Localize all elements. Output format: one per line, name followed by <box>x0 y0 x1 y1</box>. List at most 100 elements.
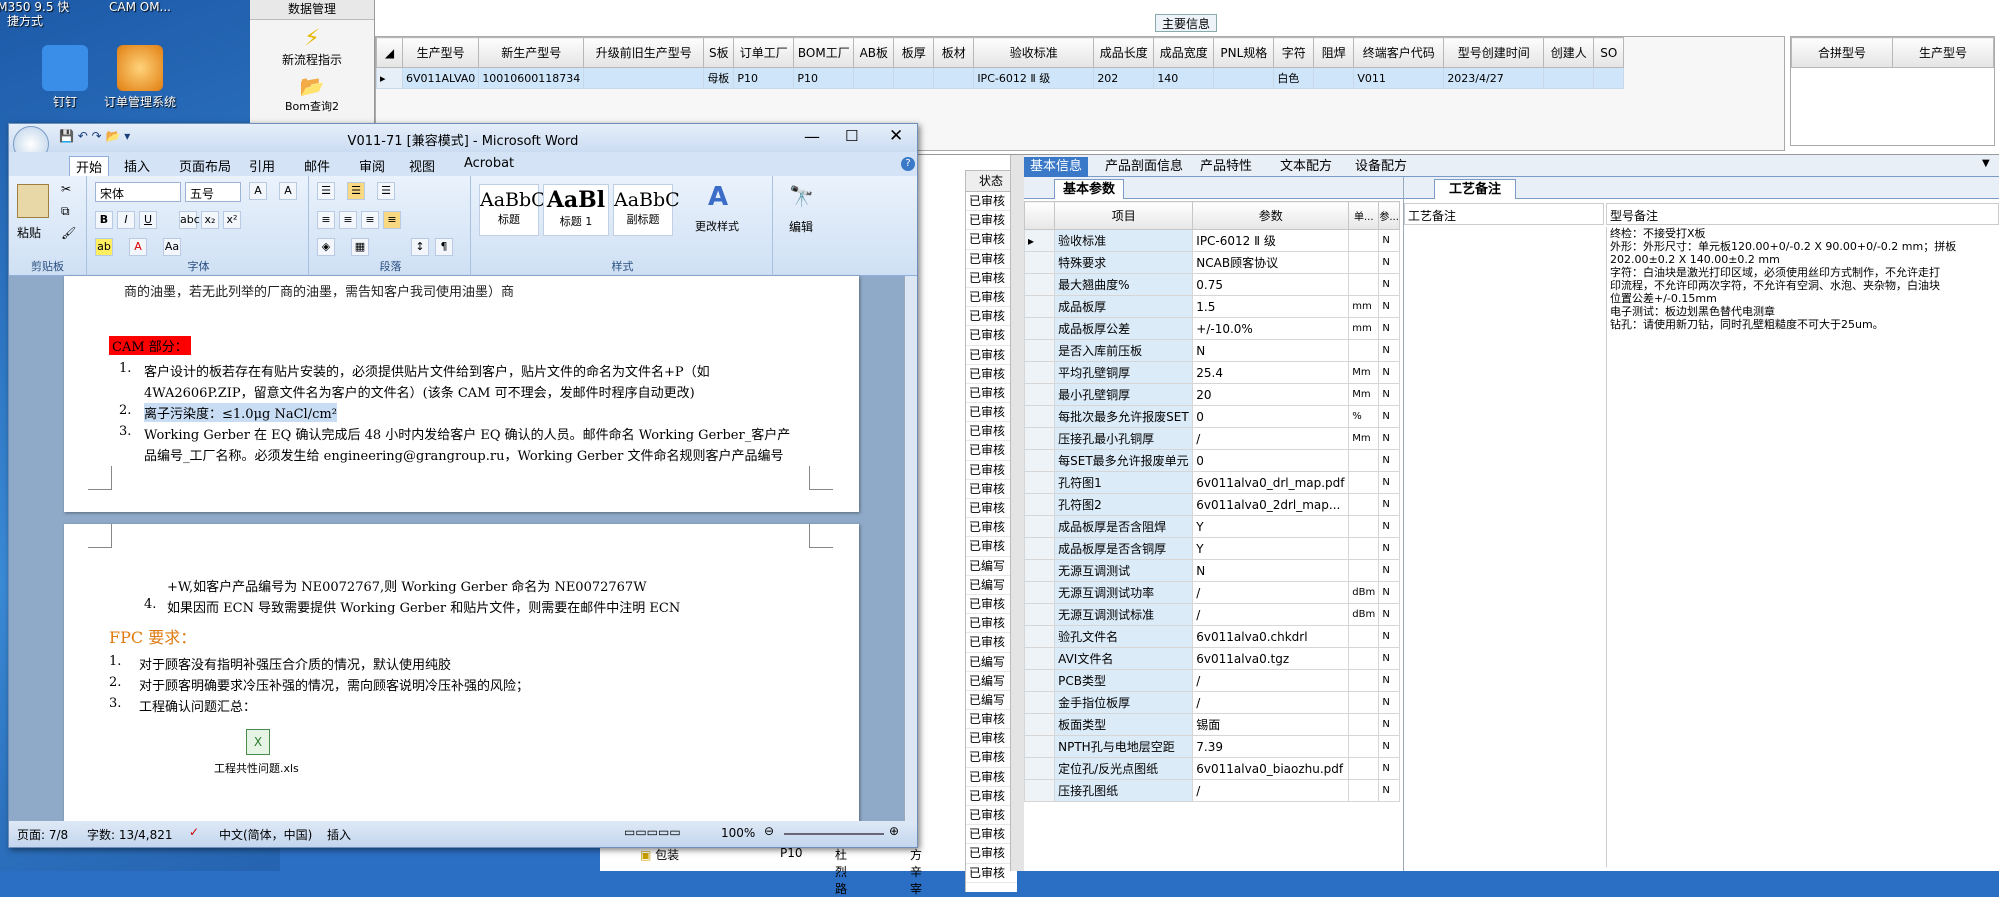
param-value[interactable]: 20 <box>1192 383 1350 406</box>
col-header[interactable]: 终端客户代码 <box>1353 37 1445 68</box>
param-row[interactable]: 压接孔图纸 / N <box>1023 779 1400 802</box>
language[interactable]: 中文(简体，中国) <box>219 826 312 843</box>
grid-cell[interactable] <box>853 67 895 89</box>
underline-button[interactable]: U <box>139 211 157 229</box>
maximize-button[interactable]: ☐ <box>845 127 858 145</box>
param-row[interactable]: 最大翘曲度% 0.75 N <box>1023 273 1400 296</box>
ribbon-tab[interactable]: 插入 <box>124 156 150 175</box>
param-row[interactable]: ▸ 验收标准 IPC-6012 Ⅱ 级 N <box>1023 229 1400 252</box>
grid-cell[interactable]: P10 <box>733 67 795 89</box>
page-count[interactable]: 页面: 7/8 <box>17 826 68 843</box>
grid-cell[interactable] <box>1213 67 1275 89</box>
desktop-icon-order[interactable]: 订单管理系统 <box>95 45 185 109</box>
param-value[interactable]: +/-10.0% <box>1192 317 1350 340</box>
col-header[interactable]: 字符 <box>1273 37 1315 68</box>
param-row[interactable]: 最小孔壁铜厚 20 Μm N <box>1023 383 1400 406</box>
ribbon-tab[interactable]: 视图 <box>409 156 435 175</box>
grid-cell[interactable] <box>583 67 705 89</box>
edit-button[interactable]: 编辑 <box>789 218 813 235</box>
col-header[interactable]: S板 <box>703 37 735 68</box>
minimize-button[interactable]: — <box>804 127 820 146</box>
tab-basic-params[interactable]: 基本参数 <box>1054 179 1125 199</box>
right-tab[interactable]: 产品特性 <box>1194 157 1258 177</box>
param-row[interactable]: 成品板厚公差 +/-10.0% mm N <box>1023 317 1400 340</box>
param-value[interactable]: / <box>1192 779 1350 802</box>
justify-icon[interactable]: ≡ <box>383 211 401 229</box>
param-value[interactable]: / <box>1192 691 1350 714</box>
align-center-icon[interactable]: ≡ <box>339 211 357 229</box>
param-value[interactable]: 6v011alva0_biaozhu.pdf <box>1192 757 1350 780</box>
col-header[interactable]: 验收标准 <box>973 37 1095 68</box>
param-row[interactable]: 金手指位板厚 / N <box>1023 691 1400 714</box>
grid-cell[interactable] <box>1543 67 1595 89</box>
grid-cell[interactable] <box>893 67 935 89</box>
word-vscroll[interactable] <box>904 276 917 821</box>
param-row[interactable]: 孔符图1 6v011alva0_drl_map.pdf N <box>1023 471 1400 494</box>
param-row[interactable]: NPTH孔与电地层空距 7.39 N <box>1023 735 1400 758</box>
grid-cell[interactable] <box>1593 67 1625 89</box>
multilevel-icon[interactable]: ☰ <box>377 182 395 200</box>
param-row[interactable]: AVI文件名 6v011alva0.tgz N <box>1023 647 1400 670</box>
col-header[interactable]: 订单工厂 <box>733 37 795 68</box>
grid-cell[interactable]: 202 <box>1093 67 1155 89</box>
grid-cell[interactable]: V011 <box>1353 67 1445 89</box>
param-value[interactable]: N <box>1192 559 1350 582</box>
grid-cell[interactable]: 10010600118734 <box>478 67 585 89</box>
param-value[interactable]: 6v011alva0_2drl_map... <box>1192 493 1350 516</box>
grid-cell[interactable]: P10 <box>793 67 855 89</box>
align-right-icon[interactable]: ≡ <box>361 211 379 229</box>
bullets-icon[interactable]: ☰ <box>317 182 335 200</box>
param-value[interactable]: / <box>1192 603 1350 626</box>
proofing-icon[interactable]: ✓ <box>189 825 199 839</box>
col-header[interactable]: 成品宽度 <box>1153 37 1215 68</box>
desktop-icon-camom[interactable]: CAM OM... <box>95 0 185 14</box>
zoom-slider[interactable] <box>784 833 884 835</box>
ribbon-tab[interactable]: 开始 <box>69 156 110 176</box>
grid-cell[interactable]: 6V011ALVA0 <box>401 67 480 89</box>
dropdown-icon[interactable]: ▼ <box>1982 158 1990 169</box>
grid-cell[interactable] <box>1313 67 1355 89</box>
grow-font-icon[interactable]: A <box>249 182 267 200</box>
bold-button[interactable]: B <box>95 211 113 229</box>
col-header[interactable]: AB板 <box>853 37 895 68</box>
font-name-select[interactable]: 宋体 <box>95 182 181 202</box>
italic-button[interactable]: I <box>117 211 135 229</box>
param-row[interactable]: 每批次最多允许报废SET 0% N <box>1023 405 1400 428</box>
param-value[interactable]: N <box>1192 339 1350 362</box>
param-value[interactable]: IPC-6012 Ⅱ 级 <box>1192 229 1350 252</box>
zoom-level[interactable]: 100% <box>721 826 755 840</box>
param-value[interactable]: 6v011alva0.chkdrl <box>1192 625 1350 648</box>
right-tab[interactable]: 设备配方 <box>1349 157 1413 177</box>
shading-icon[interactable]: ◈ <box>317 238 335 256</box>
param-row[interactable]: 无源互调测试功率 / dBm N <box>1023 581 1400 604</box>
ribbon-tab[interactable]: Acrobat <box>464 156 514 171</box>
param-value[interactable]: / <box>1192 581 1350 604</box>
help-icon[interactable]: ? <box>901 157 915 171</box>
col-header[interactable]: 阻焊 <box>1313 37 1355 68</box>
param-value[interactable]: / <box>1192 669 1350 692</box>
col-header[interactable]: BOM工厂 <box>793 37 855 68</box>
ribbon-tab[interactable]: 邮件 <box>304 156 330 175</box>
param-row[interactable]: 无源互调测试标准 / dBm N <box>1023 603 1400 626</box>
borders-icon[interactable]: ▦ <box>351 238 369 256</box>
col-header[interactable]: 新生产型号 <box>478 37 585 68</box>
col-header[interactable]: 生产型号 <box>401 37 480 68</box>
grid-cell[interactable]: 白色 <box>1273 67 1315 89</box>
col-header[interactable]: 板厚 <box>893 37 935 68</box>
strikethrough-button[interactable]: abc <box>179 211 200 229</box>
excel-file-icon[interactable]: X <box>246 729 270 755</box>
highlight-icon[interactable]: ab <box>95 238 113 256</box>
ribbon-tab[interactable]: 审阅 <box>359 156 385 175</box>
paste-button[interactable]: 粘贴 <box>17 224 41 241</box>
style-heading1[interactable]: AaBl 标题 1 <box>543 184 609 236</box>
style-title[interactable]: AaBbC 标题 <box>479 184 546 236</box>
param-value[interactable]: Y <box>1192 537 1350 560</box>
param-row[interactable]: 平均孔壁铜厚 25.4 Μm N <box>1023 361 1400 384</box>
param-row[interactable]: 板面类型 锡面 N <box>1023 713 1400 736</box>
new-flow-button[interactable]: ⚡ 新流程指示 <box>250 26 374 68</box>
param-value[interactable]: 6v011alva0.tgz <box>1192 647 1350 670</box>
grid-cell[interactable]: 140 <box>1153 67 1215 89</box>
col-header[interactable]: 板材 <box>933 37 975 68</box>
view-buttons[interactable]: ▭▭▭▭▭ <box>624 825 681 839</box>
param-value[interactable]: NCAB顾客协议 <box>1192 251 1350 274</box>
